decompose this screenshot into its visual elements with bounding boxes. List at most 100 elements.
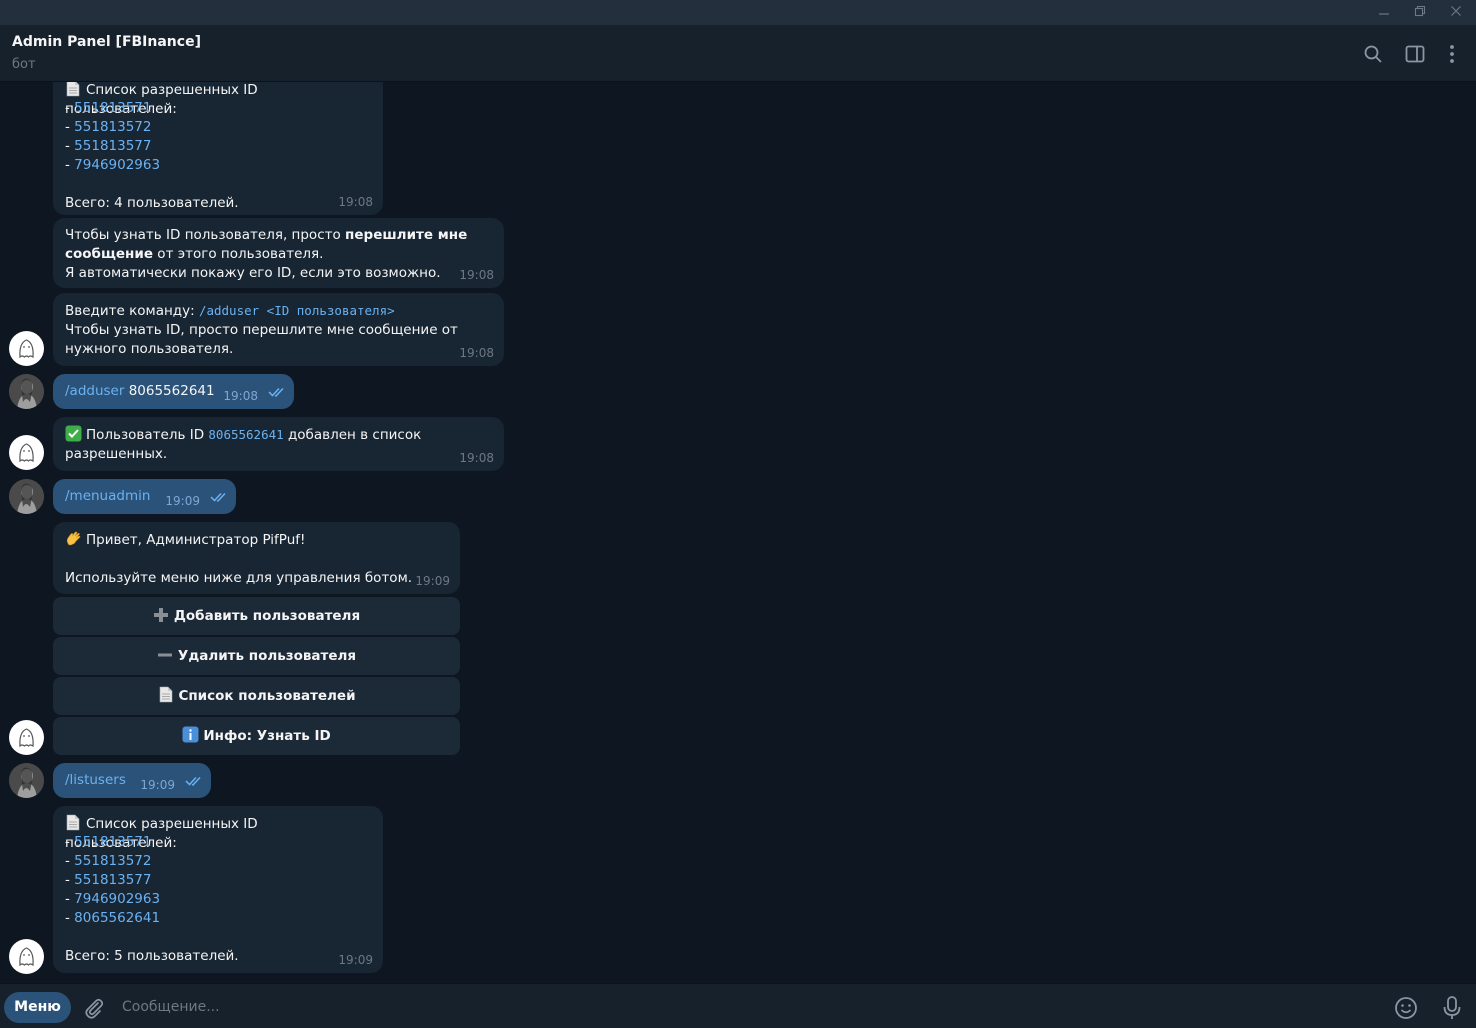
minimize-icon[interactable] <box>1374 3 1394 23</box>
message-bot-forward-hint[interactable]: Чтобы узнать ID пользователя, просто пер… <box>53 218 504 288</box>
message-bot-admin-menu[interactable]: Привет, Администратор PifPuf! Используйт… <box>53 522 460 594</box>
list-dash: - <box>65 853 75 869</box>
message-bot-user-list[interactable]: Список разрешенных ID пользователей: - 5… <box>53 806 383 973</box>
user-avatar[interactable] <box>9 479 44 514</box>
message-text: Чтобы узнать ID, просто перешлите мне со… <box>65 322 458 338</box>
waving-hand-icon <box>65 530 82 547</box>
list-dash: - <box>65 138 75 154</box>
message-text: Всего: 4 пользователей. <box>65 195 239 211</box>
document-icon <box>65 814 82 831</box>
message-composer: Меню <box>0 983 1476 1028</box>
bot-avatar[interactable] <box>9 435 44 470</box>
minus-icon <box>157 640 174 657</box>
message-text: от этого пользователя. <box>153 246 324 262</box>
code-snippet[interactable]: 8065562641 <box>208 427 283 442</box>
microphone-icon[interactable] <box>1440 995 1464 1021</box>
user-id-link[interactable]: 551813571 <box>74 834 151 850</box>
message-time: 19:09 <box>165 494 200 508</box>
message-time: 19:08 <box>459 268 494 282</box>
button-label: Удалить пользователя <box>177 648 357 664</box>
list-dash: - <box>65 100 75 116</box>
bot-avatar[interactable] <box>9 720 44 755</box>
bot-avatar[interactable] <box>9 939 44 974</box>
checkmark-icon <box>65 425 82 442</box>
message-time: 19:09 <box>338 953 373 967</box>
message-time: 19:08 <box>459 346 494 360</box>
message-text: Чтобы узнать ID пользователя, просто <box>65 227 346 243</box>
message-list[interactable]: Список разрешенных ID пользователей: - 5… <box>0 82 1476 983</box>
message-bot-adduser-hint[interactable]: Введите команду: /adduser <ID пользовате… <box>53 293 504 366</box>
message-text: Я автоматически покажу его ID, если это … <box>65 265 441 281</box>
list-dash: - <box>65 834 75 850</box>
add-user-button[interactable]: Добавить пользователя <box>53 597 460 635</box>
restore-icon[interactable] <box>1410 3 1430 23</box>
message-time: 19:09 <box>140 778 175 792</box>
message-time: 19:08 <box>223 389 258 403</box>
user-id-link[interactable]: 7946902963 <box>74 157 160 173</box>
user-id-link[interactable]: 551813572 <box>74 119 151 135</box>
message-text: нужного пользователя. <box>65 341 234 357</box>
message-text: разрешенных. <box>65 446 168 462</box>
button-label: Инфо: Узнать ID <box>203 728 331 744</box>
chat-title[interactable]: Admin Panel [FBInance] <box>12 34 201 50</box>
bot-menu-button[interactable]: Меню <box>4 992 71 1023</box>
sidebar-toggle-icon[interactable] <box>1404 43 1426 65</box>
code-snippet[interactable]: /adduser <ID пользователя> <box>199 303 395 318</box>
remove-user-button[interactable]: Удалить пользователя <box>53 637 460 675</box>
document-icon <box>157 680 174 703</box>
read-checkmarks-icon <box>185 774 205 793</box>
attach-icon[interactable] <box>82 996 106 1020</box>
list-dash: - <box>65 157 75 173</box>
message-bold-text: перешлите мне <box>345 227 468 243</box>
emoji-icon[interactable] <box>1393 995 1419 1021</box>
user-id-link[interactable]: 8065562641 <box>74 910 160 926</box>
message-input[interactable] <box>116 992 1376 1022</box>
message-text: Используйте меню ниже для управления бот… <box>65 570 413 586</box>
message-user-menuadmin[interactable]: /menuadmin 19:09 <box>53 479 236 514</box>
bot-command-link[interactable]: /menuadmin <box>65 488 150 504</box>
more-options-icon[interactable] <box>1441 43 1463 65</box>
message-bot-user-added[interactable]: Пользователь ID 8065562641 добавлен в сп… <box>53 417 504 471</box>
message-bot-user-list[interactable]: Список разрешенных ID пользователей: - 5… <box>53 82 383 215</box>
message-time: 19:09 <box>415 574 450 588</box>
search-icon[interactable] <box>1362 43 1384 65</box>
user-avatar[interactable] <box>9 763 44 798</box>
list-dash: - <box>65 910 75 926</box>
message-bold-text: сообщение <box>65 246 154 262</box>
read-checkmarks-icon <box>210 490 230 509</box>
message-text: Введите команду: <box>65 303 199 319</box>
user-id-link[interactable]: 551813577 <box>74 138 151 154</box>
message-user-adduser[interactable]: /adduser 8065562641 19:08 <box>53 374 294 409</box>
window-titlebar <box>0 0 1476 25</box>
user-id-link[interactable]: 551813572 <box>74 853 151 869</box>
message-user-listusers[interactable]: /listusers 19:09 <box>53 763 211 798</box>
user-avatar[interactable] <box>9 374 44 409</box>
document-icon <box>65 82 82 97</box>
button-label: Добавить пользователя <box>173 608 361 624</box>
bot-command-link[interactable]: /listusers <box>65 772 126 788</box>
user-id-link[interactable]: 7946902963 <box>74 891 160 907</box>
button-label: Список пользователей <box>178 688 356 704</box>
list-dash: - <box>65 119 75 135</box>
message-time: 19:08 <box>459 451 494 465</box>
plus-icon <box>153 600 170 622</box>
read-checkmarks-icon <box>268 385 288 404</box>
message-text: Пользователь ID <box>86 427 209 443</box>
list-users-button[interactable]: Список пользователей <box>53 677 460 715</box>
bot-command-link[interactable]: /adduser <box>65 383 124 399</box>
user-id-link[interactable]: 551813577 <box>74 872 151 888</box>
list-dash: - <box>65 872 75 888</box>
message-time: 19:08 <box>338 195 373 209</box>
bot-avatar[interactable] <box>9 331 44 366</box>
message-text: Привет, Администратор PifPuf! <box>86 532 306 548</box>
message-text: Всего: 5 пользователей. <box>65 948 239 964</box>
message-text: добавлен в список <box>283 427 422 443</box>
info-icon <box>182 720 199 743</box>
list-dash: - <box>65 891 75 907</box>
chat-header[interactable]: Admin Panel [FBInance] бот <box>0 25 1476 82</box>
message-text: 8065562641 <box>124 383 215 399</box>
close-icon[interactable] <box>1446 3 1466 23</box>
chat-status: бот <box>12 57 36 72</box>
info-get-id-button[interactable]: Инфо: Узнать ID <box>53 717 460 755</box>
user-id-link[interactable]: 551813571 <box>74 100 151 116</box>
